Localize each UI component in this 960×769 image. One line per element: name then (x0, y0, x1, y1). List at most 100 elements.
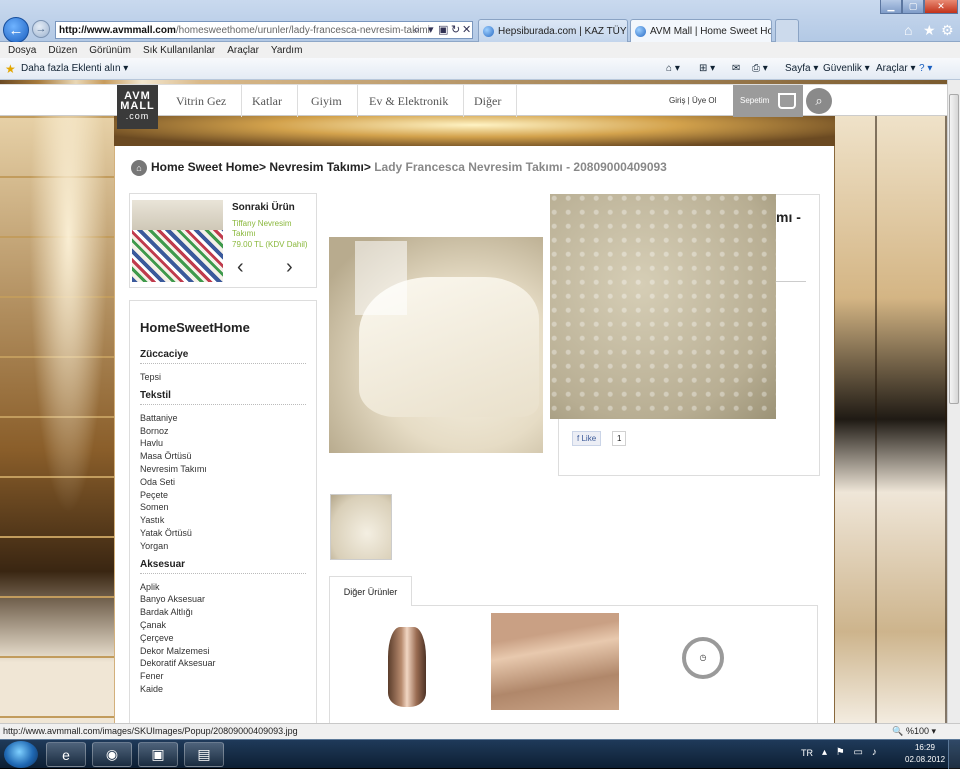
category-item[interactable]: Masa Örtüsü (140, 450, 306, 463)
nav-vitrin-gez[interactable]: Vitrin Gez (161, 85, 243, 117)
category-item[interactable]: Bornoz (140, 425, 306, 438)
browser-tab-active[interactable]: AVM Mall | Home Sweet Ho... ✕ (630, 19, 772, 42)
category-item[interactable]: Aplik (140, 581, 306, 594)
breadcrumb-category[interactable]: Nevresim Takımı (269, 160, 364, 174)
menu-help[interactable]: Yardım (271, 45, 303, 56)
home-icon[interactable]: ⌂ (904, 22, 912, 38)
minimize-button[interactable]: ▁ (880, 0, 902, 14)
nav-ev-elektronik[interactable]: Ev & Elektronik (354, 85, 465, 117)
favorites-add-icon[interactable]: ★ (5, 62, 16, 76)
help-icon[interactable]: ? ▾ (919, 63, 932, 74)
taskbar-app-icon[interactable]: ◉ (92, 742, 132, 767)
category-item[interactable]: Dekor Malzemesi (140, 645, 306, 658)
category-group: Züccaciye Tepsi (140, 349, 306, 384)
product-title-fragment: mı - (776, 209, 801, 225)
category-item[interactable]: Dekoratif Aksesuar (140, 657, 306, 670)
page-menu[interactable]: Sayfa ▾ (785, 63, 818, 74)
category-item[interactable]: Çerçeve (140, 632, 306, 645)
login-link[interactable]: Giriş (669, 96, 685, 105)
safety-menu[interactable]: Güvenlik ▾ (823, 63, 870, 74)
tools-menu[interactable]: Araçlar ▾ (876, 63, 916, 74)
product-content: ⌂ Home Sweet Home> Nevresim Takımı> Lady … (115, 146, 834, 723)
zoom-lens[interactable] (355, 241, 407, 315)
favicon-icon (635, 25, 646, 37)
other-product-clock-image[interactable]: ◷ (668, 627, 738, 702)
back-button[interactable]: ← (3, 17, 29, 43)
forward-button[interactable]: → (32, 20, 50, 38)
category-item[interactable]: Battaniye (140, 412, 306, 425)
mail-icon[interactable]: ✉ (732, 63, 740, 74)
category-item[interactable]: Çanak (140, 619, 306, 632)
product-thumbnail[interactable] (330, 494, 392, 560)
start-button[interactable] (4, 741, 38, 768)
chevron-right-icon[interactable]: › (286, 256, 293, 279)
search-icon[interactable]: ⌕ (414, 22, 420, 38)
other-product-bedding-image[interactable] (491, 613, 619, 710)
signup-link[interactable]: Üye Ol (692, 96, 716, 105)
tools-gear-icon[interactable]: ⚙ (941, 22, 954, 39)
home-icon[interactable]: ⌂ (131, 160, 147, 176)
status-bar: http://www.avmmall.com/images/SKUImages/… (0, 723, 960, 739)
nav-diger[interactable]: Diğer (459, 85, 518, 117)
tray-icons[interactable]: ▴ ⚑ ▭ ♪ (822, 747, 880, 758)
tab-other-products[interactable]: Diğer Ürünler (329, 576, 412, 606)
facebook-like-button[interactable]: f Like (572, 431, 602, 446)
maximize-button[interactable]: ▢ (902, 0, 924, 14)
browser-tab[interactable]: Hepsiburada.com | KAZ TÜYÜ ... (478, 19, 628, 42)
tools-menu-label: Araçlar (876, 63, 908, 74)
menu-view[interactable]: Görünüm (89, 45, 131, 56)
menu-file[interactable]: Dosya (8, 45, 36, 56)
category-item[interactable]: Banyo Aksesuar (140, 593, 306, 606)
lock-icon[interactable]: ▣ (438, 22, 448, 38)
zoom-level[interactable]: 🔍 %100 ▾ (892, 724, 936, 739)
category-item[interactable]: Oda Seti (140, 476, 306, 489)
category-item[interactable]: Havlu (140, 437, 306, 450)
category-item[interactable]: Nevresim Takımı (140, 463, 306, 476)
get-addons-link[interactable]: Daha fazla Eklenti alın ▾ (21, 63, 128, 74)
nav-giyim[interactable]: Giyim (296, 85, 358, 117)
home-page-icon[interactable]: ⌂ ▾ (666, 63, 680, 74)
address-domain: http://www.avmmall.com (59, 24, 176, 36)
breadcrumb-home[interactable]: Home Sweet Home (151, 160, 259, 174)
stop-icon[interactable]: ✕ (462, 22, 471, 38)
taskbar-window-icon[interactable]: ▣ (138, 742, 178, 767)
scrollbar-thumb[interactable] (949, 94, 959, 404)
address-bar[interactable]: http://www.avmmall.com/homesweethome/uru… (55, 21, 473, 39)
category-item[interactable]: Yorgan (140, 540, 306, 553)
product-main-image[interactable] (329, 237, 543, 453)
other-products-panel: ◷ (329, 605, 818, 723)
site-logo[interactable]: AVM MALL .com (117, 85, 158, 129)
taskbar-folder-icon[interactable]: ▤ (184, 742, 224, 767)
category-item[interactable]: Yatak Örtüsü (140, 527, 306, 540)
taskbar-ie-icon[interactable]: e (46, 742, 86, 767)
tray-language[interactable]: TR (801, 748, 813, 758)
menu-favorites[interactable]: Sık Kullanılanlar (143, 45, 215, 56)
cart-button[interactable]: Sepetim (733, 85, 803, 117)
refresh-icon[interactable]: ↻ (451, 22, 460, 38)
chevron-left-icon[interactable]: ‹ (237, 256, 244, 279)
tray-time: 16:29 (914, 743, 936, 752)
category-item[interactable]: Peçete (140, 489, 306, 502)
tray-clock[interactable]: 16:29 02.08.2012 (905, 742, 945, 766)
show-desktop-button[interactable] (948, 740, 960, 769)
favorites-star-icon[interactable]: ★ (923, 22, 936, 39)
other-product-vase-image[interactable] (388, 627, 426, 707)
new-tab-button[interactable] (775, 19, 799, 42)
category-item[interactable]: Somen (140, 501, 306, 514)
category-item[interactable]: Bardak Altlığı (140, 606, 306, 619)
print-icon[interactable]: ⎙ ▾ (752, 63, 768, 74)
category-item[interactable]: Tepsi (140, 371, 306, 384)
category-item[interactable]: Fener (140, 670, 306, 683)
next-product-image[interactable] (132, 200, 223, 282)
search-icon: ⌕ (815, 93, 823, 108)
next-product-name[interactable]: Tiffany Nevresim Takımı (232, 219, 314, 239)
close-window-button[interactable]: ✕ (924, 0, 958, 14)
menu-tools[interactable]: Araçlar (227, 45, 259, 56)
category-item[interactable]: Yastık (140, 514, 306, 527)
feeds-icon[interactable]: ⊞ ▾ (699, 63, 715, 74)
menu-edit[interactable]: Düzen (48, 45, 77, 56)
site-search-button[interactable]: ⌕ (806, 88, 832, 114)
category-item[interactable]: Kaide (140, 683, 306, 696)
nav-katlar[interactable]: Katlar (237, 85, 298, 117)
compat-icon[interactable]: ▾ (428, 22, 434, 38)
